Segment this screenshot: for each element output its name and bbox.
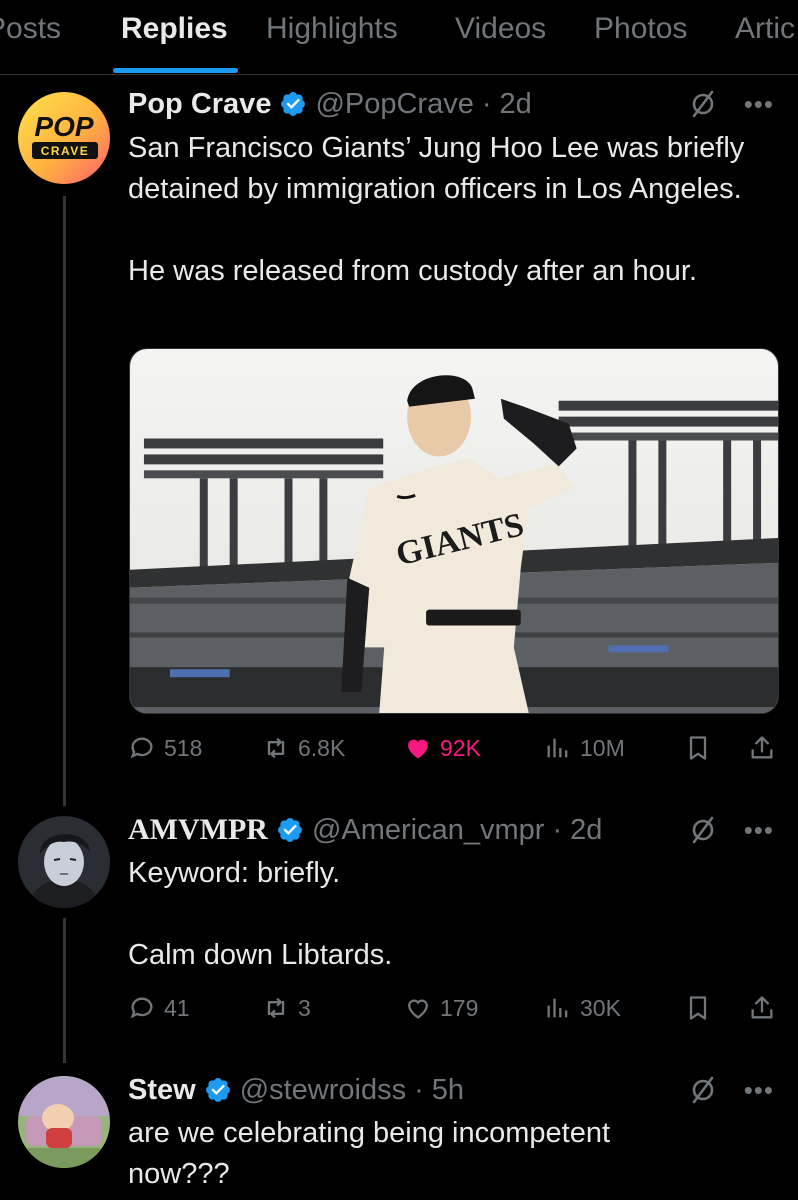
repost-count: 3 [298, 994, 311, 1021]
repost-icon [267, 737, 285, 759]
tab-articles[interactable]: Artic [735, 12, 795, 46]
grok-icon[interactable] [688, 1075, 718, 1105]
reply-count: 41 [164, 994, 190, 1021]
share-button[interactable] [748, 728, 776, 768]
heart-icon [408, 999, 428, 1019]
reply-button[interactable]: 41 [128, 988, 190, 1028]
timestamp[interactable]: 2d [500, 88, 532, 121]
avatar-logo-bottom: CRAVE [41, 144, 90, 158]
bookmark-icon [689, 996, 707, 1020]
views-chart-icon [547, 738, 568, 758]
repost-icon [267, 997, 285, 1019]
tab-posts[interactable]: Posts [0, 12, 61, 46]
timestamp[interactable]: 2d [570, 814, 602, 847]
views-button[interactable]: 30K [544, 988, 621, 1028]
share-icon [751, 996, 773, 1019]
bookmark-button[interactable] [684, 728, 712, 768]
share-icon [751, 736, 773, 759]
handle[interactable]: @American_vmpr [312, 814, 545, 847]
profile-tabs: Posts Replies Highlights Videos Photos A… [0, 0, 798, 75]
display-name[interactable]: Stew [128, 1074, 196, 1107]
post-header-actions: ••• [688, 1070, 774, 1110]
tab-replies[interactable]: Replies [121, 12, 228, 46]
timestamp[interactable]: 5h [432, 1074, 464, 1107]
post-header-actions: ••• [688, 810, 774, 850]
verified-badge-icon [281, 92, 306, 116]
anime-avatar-icon [18, 816, 110, 908]
post-actions: 41 3 179 30K [128, 988, 778, 1028]
bookmark-button[interactable] [684, 988, 712, 1028]
avatar[interactable] [18, 816, 110, 908]
views-chart-icon [547, 998, 568, 1018]
like-button[interactable]: 92K [404, 728, 481, 768]
thread-line [63, 196, 66, 806]
more-options-icon[interactable]: ••• [744, 91, 774, 117]
handle[interactable]: @PopCrave [315, 88, 473, 121]
post-header-actions: ••• [688, 84, 774, 124]
display-name[interactable]: Pop Crave [128, 88, 271, 121]
thread-line [63, 918, 66, 1063]
handle[interactable]: @stewroidss [240, 1074, 406, 1107]
tab-highlights[interactable]: Highlights [266, 12, 398, 46]
views-button[interactable]: 10M [544, 728, 625, 768]
post-header: AMVMPR @American_vmpr · 2d [128, 810, 602, 850]
avatar[interactable] [18, 1076, 110, 1168]
more-options-icon[interactable]: ••• [744, 1077, 774, 1103]
grok-icon[interactable] [688, 815, 718, 845]
views-count: 10M [580, 734, 625, 761]
display-name[interactable]: AMVMPR [128, 813, 268, 847]
reply-count: 518 [164, 734, 203, 761]
avatar[interactable]: POP CRAVE [18, 92, 110, 184]
baseball-player-photo: GIANTS [130, 349, 778, 713]
cartoon-avatar-icon [18, 1076, 110, 1168]
share-button[interactable] [748, 988, 776, 1028]
post-text: Keyword: briefly. Calm down Libtards. [128, 857, 393, 971]
heart-filled-icon [408, 739, 428, 759]
post-media-image[interactable]: GIANTS [129, 348, 779, 714]
pop-crave-logo-icon: POP CRAVE [18, 92, 110, 184]
post-actions: 518 6.8K 92K 10M [128, 728, 778, 768]
repost-button[interactable]: 3 [262, 988, 311, 1028]
repost-count: 6.8K [298, 734, 346, 761]
post-text: are we celebrating being incompetent now… [128, 1117, 611, 1190]
verified-badge-icon [205, 1078, 230, 1102]
separator-dot: · [552, 813, 563, 846]
reply-icon [130, 997, 153, 1019]
post-text: San Francisco Giants’ Jung Hoo Lee was b… [128, 132, 745, 287]
reply-icon [130, 737, 153, 759]
grok-icon[interactable] [688, 89, 718, 119]
reply-button[interactable]: 518 [128, 728, 202, 768]
tab-photos[interactable]: Photos [594, 12, 687, 46]
avatar-logo-top: POP [34, 111, 93, 142]
tab-videos[interactable]: Videos [455, 12, 546, 46]
repost-button[interactable]: 6.8K [262, 728, 345, 768]
like-count: 92K [440, 734, 481, 761]
verified-badge-icon [277, 818, 302, 842]
more-options-icon[interactable]: ••• [744, 817, 774, 843]
like-button[interactable]: 179 [404, 988, 478, 1028]
views-count: 30K [580, 994, 621, 1021]
like-count: 179 [440, 994, 479, 1021]
active-tab-indicator [113, 68, 238, 73]
bookmark-icon [689, 736, 707, 760]
separator-dot: · [481, 87, 492, 120]
post-header: Pop Crave @PopCrave · 2d [128, 84, 532, 124]
separator-dot: · [414, 1073, 424, 1106]
post-header: Stew @stewroidss · 5h [128, 1070, 464, 1110]
